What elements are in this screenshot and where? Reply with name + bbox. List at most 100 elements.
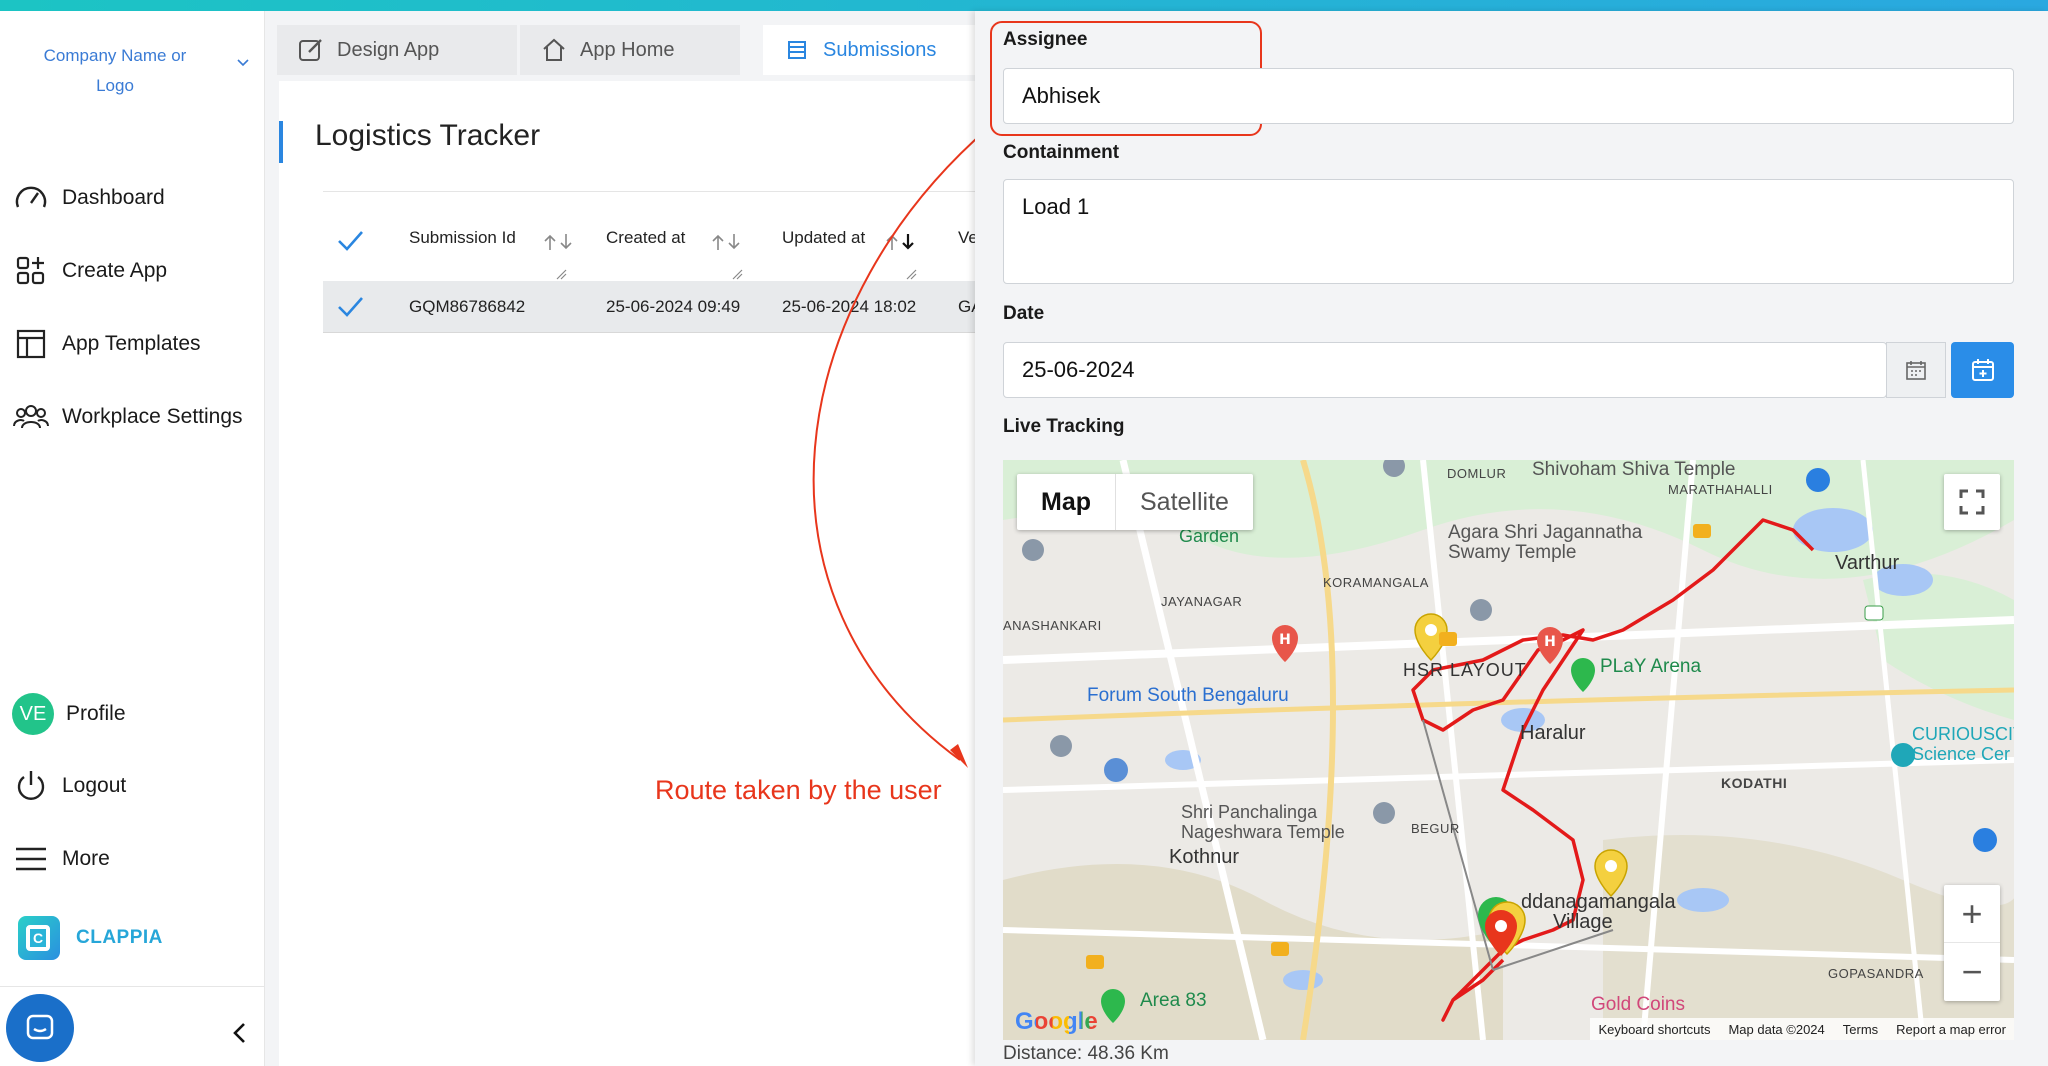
map-label: Shri Panchalinga [1181,802,1318,822]
live-tracking-map[interactable]: H H DOMLUR Shivoham Shiva Temple MARATHA… [1003,460,2014,1040]
google-logo: Google [1015,1008,1098,1036]
zoom-control: + − [1944,885,2000,1001]
add-date-button[interactable] [1951,342,2014,398]
column-header[interactable]: Ve [958,228,975,248]
sidebar-item-logout[interactable]: Logout [12,766,126,806]
row-checkbox[interactable] [335,292,365,322]
chat-button[interactable] [6,994,74,1062]
main-area: Design App App Home Submissions Logistic… [265,11,975,1066]
terms-link[interactable]: Terms [1843,1022,1878,1037]
company-name[interactable]: Company Name or Logo [30,41,200,101]
tab-submissions[interactable]: Submissions [763,25,975,75]
speedometer-icon [15,186,47,208]
home-icon [543,38,565,61]
map-label: MARATHAHALLI [1668,482,1773,497]
sidebar-item-workplace-settings[interactable]: Workplace Settings [12,397,243,437]
calendar-icon[interactable] [1886,342,1946,398]
sort-desc-icon[interactable] [883,232,917,252]
containment-field[interactable]: Load 1 [1003,179,2014,284]
table-cell: 25-06-2024 18:02 [782,297,917,316]
menu-icon [16,847,46,871]
collapse-sidebar-icon[interactable] [228,1021,252,1045]
zoom-out-button[interactable]: − [1944,943,2000,1001]
map-label: Agara Shri Jagannatha [1448,522,1643,543]
table-cell: GA [958,297,975,316]
map-label: HSR LAYOUT [1403,660,1527,680]
date-field[interactable]: 25-06-2024 [1003,342,1887,398]
sidebar-item-app-templates[interactable]: App Templates [12,324,201,364]
zoom-in-button[interactable]: + [1944,885,2000,943]
column-header[interactable]: Submission Id [409,228,516,248]
map-type-map-button[interactable]: Map [1017,474,1115,530]
svg-text:H: H [1279,632,1291,648]
users-icon [13,405,49,429]
brand-logo[interactable]: C CLAPPIA [18,916,163,960]
map-label: Science Cer [1912,744,2011,764]
sidebar-item-label: Profile [66,702,126,725]
sidebar-item-dashboard[interactable]: Dashboard [12,178,165,218]
map-label: Area 83 [1140,990,1207,1011]
map-label: PLaY Arena [1600,656,1702,677]
divider [0,986,265,987]
sidebar-item-label: Workplace Settings [62,405,243,428]
sort-icon[interactable] [709,232,743,252]
distance-text: Distance: 48.36 Km [1003,1043,1169,1064]
chevron-down-icon[interactable] [236,55,250,69]
avatar: VE [12,693,54,735]
map-label: DOMLUR [1447,466,1507,481]
map-label: JAYANAGAR [1161,594,1243,609]
tab-label: Submissions [823,38,937,61]
column-header[interactable]: Created at [606,228,685,248]
tab-design-app[interactable]: Design App [277,25,517,75]
live-tracking-label: Live Tracking [1003,416,1125,437]
resize-handle-icon[interactable] [905,268,917,280]
map-label: KODATHI [1721,775,1788,791]
sidebar-item-label: Create App [62,259,168,282]
brand-name: CLAPPIA [76,927,163,948]
sidebar-item-create-app[interactable]: Create App [12,251,167,291]
resize-handle-icon[interactable] [731,268,743,280]
clappia-logo-icon: C [18,916,60,960]
map-type-satellite-button[interactable]: Satellite [1115,474,1253,530]
submission-detail-panel: Assignee Abhisek Containment Load 1 Date… [975,11,2048,1066]
table-row[interactable]: GQM86786842 25-06-2024 09:49 25-06-2024 … [323,281,975,333]
sidebar-item-more[interactable]: More [12,839,110,879]
sort-icon[interactable] [541,232,575,252]
calendar-plus-icon [1971,359,1994,381]
sidebar-item-profile[interactable]: VE Profile [12,693,126,735]
table-header: Submission Id Created at Updated at Ve [323,191,975,281]
map-label: Kothnur [1169,846,1240,868]
map-label: Gold Coins [1591,994,1685,1015]
tab-label: App Home [580,38,675,61]
sidebar-item-label: Dashboard [62,186,165,209]
map-label: Nageshwara Temple [1181,822,1345,842]
title-accent [279,121,283,163]
add-app-icon [16,256,45,285]
map-label: Shivoham Shiva Temple [1532,460,1736,480]
chat-icon [26,1014,54,1040]
map-label: KORAMANGALA [1323,575,1429,590]
select-all-checkbox[interactable] [335,226,365,256]
map-label: Village [1553,911,1613,933]
map-label: BEGUR [1411,821,1460,836]
sidebar-item-label: Logout [62,774,127,797]
fullscreen-button[interactable] [1944,474,2000,530]
keyboard-shortcuts-link[interactable]: Keyboard shortcuts [1598,1022,1710,1037]
table-icon [788,41,806,59]
map-data-text: Map data ©2024 [1728,1021,1825,1037]
resize-handle-icon[interactable] [555,268,567,280]
map-label: Haralur [1520,722,1586,744]
tab-app-home[interactable]: App Home [520,25,740,75]
report-error-link[interactable]: Report a map error [1896,1022,2006,1037]
sidebar-item-label: App Templates [62,332,201,355]
column-header[interactable]: Updated at [782,228,865,248]
map-type-control: Map Satellite [1017,474,1253,530]
power-icon [17,771,45,800]
map-label: ANASHANKARI [1003,618,1102,633]
edit-icon [299,39,322,61]
assignee-field[interactable]: Abhisek [1003,68,2014,124]
top-accent-bar [0,0,2048,11]
page-title: Logistics Tracker [315,119,541,152]
map-label: Varthur [1835,552,1900,574]
svg-text:H: H [1544,634,1556,650]
